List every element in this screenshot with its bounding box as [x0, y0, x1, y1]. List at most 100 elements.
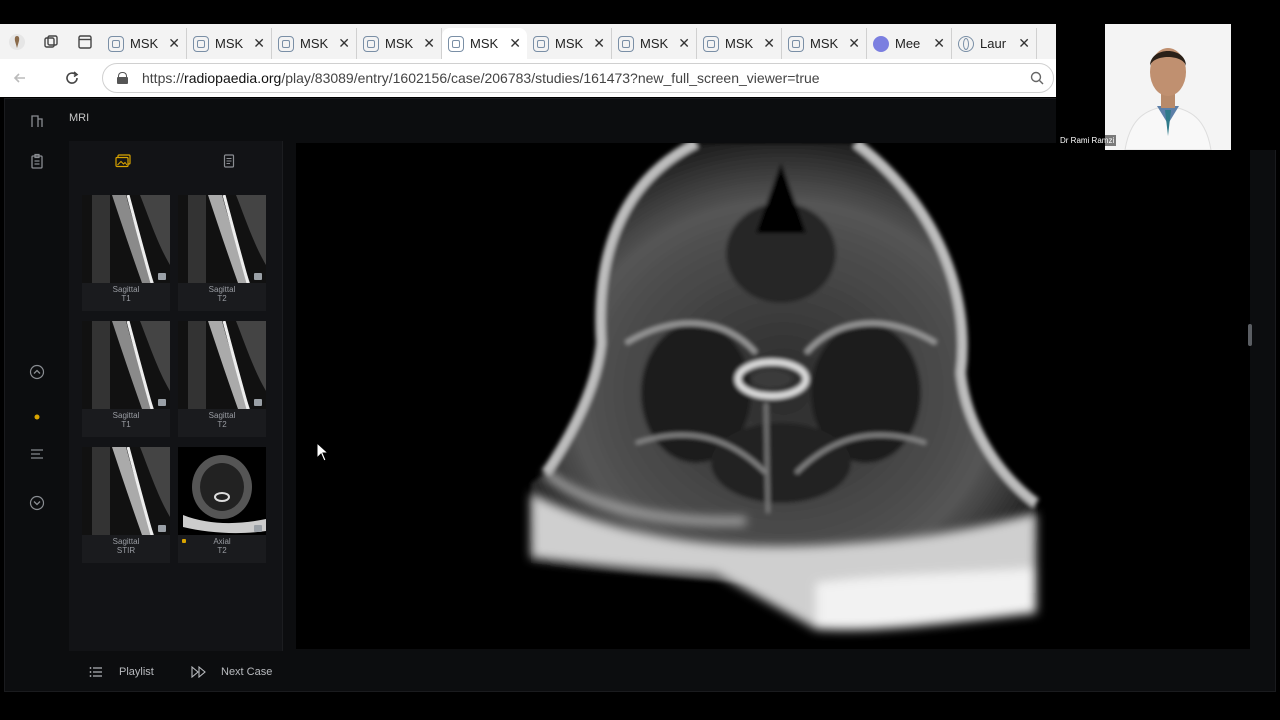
lock-icon: [117, 72, 128, 84]
series-sequence: T2: [217, 294, 227, 303]
series-thumbnail[interactable]: Sagittal T2: [178, 195, 266, 311]
current-position-dot-icon: [27, 407, 47, 427]
stack-icon: [254, 525, 262, 532]
tab-label: MSK: [470, 36, 499, 51]
viewport-scrollbar[interactable]: [1248, 324, 1252, 346]
browser-tab[interactable]: MSK ✕: [442, 28, 527, 59]
playlist-button[interactable]: Playlist: [89, 657, 154, 687]
next-case-label: Next Case: [221, 666, 273, 678]
tab-close-icon[interactable]: ✕: [848, 35, 860, 52]
next-case-button[interactable]: Next Case: [191, 657, 272, 687]
tab-favicon-icon: [193, 35, 209, 52]
series-thumbnail[interactable]: Sagittal T1: [82, 321, 170, 437]
series-thumbnail[interactable]: Sagittal STIR: [82, 447, 170, 563]
series-caption: Sagittal STIR: [82, 537, 170, 555]
series-sequence: STIR: [116, 546, 136, 555]
tab-label: MSK: [300, 36, 329, 51]
tab-label: MSK: [385, 36, 414, 51]
browser-tab[interactable]: MSK ✕: [272, 28, 357, 59]
tab-close-icon[interactable]: ✕: [933, 35, 945, 52]
series-sequence: T2: [217, 546, 227, 555]
participant-name: Dr Rami Ramzi: [1058, 135, 1117, 146]
series-thumbnail[interactable]: Axial T2: [178, 447, 266, 563]
browser-tab[interactable]: MSK ✕: [187, 28, 272, 59]
tab-favicon-icon: [533, 35, 549, 52]
browser-tab[interactable]: MSK ✕: [527, 28, 612, 59]
tab-close-icon[interactable]: ✕: [1018, 35, 1030, 52]
browser-tab[interactable]: MSK ✕: [612, 28, 697, 59]
tab-close-icon[interactable]: ✕: [338, 35, 350, 52]
stack-icon: [254, 273, 262, 280]
viewer-bottom-bar: Playlist Next Case: [69, 657, 283, 687]
profile-icon[interactable]: [0, 24, 34, 59]
series-thumbnail[interactable]: Sagittal T1: [82, 195, 170, 311]
playlist-label: Playlist: [119, 666, 154, 678]
chevron-down-icon[interactable]: [27, 493, 47, 513]
reload-button[interactable]: [52, 59, 92, 97]
tab-label: MSK: [725, 36, 754, 51]
list-icon[interactable]: [27, 444, 47, 464]
axial-mri-image: [531, 138, 1040, 630]
series-thumbnail-image: [178, 195, 266, 283]
series-thumbnail-image: [178, 321, 266, 409]
series-thumbnail-panel: Sagittal T1 Sagittal T2 Sagittal T1 Sagittal T2…: [69, 141, 283, 651]
series-plane: Sagittal: [208, 285, 236, 294]
tab-favicon-icon: [448, 35, 464, 52]
screen: MSK ✕ MSK ✕ MSK ✕ MSK ✕ MSK ✕ MSK ✕ MSK ✕ MSK ✕ MSK ✕ Mee ✕…: [0, 0, 1280, 720]
stack-icon: [158, 273, 166, 280]
collections-icon[interactable]: [34, 24, 68, 59]
dicom-viewer: MRI Sagittal T1 Sagittal T2 Sagittal T1 Sagitt…: [4, 98, 1276, 692]
layout-icon[interactable]: [27, 111, 47, 131]
tab-close-icon[interactable]: ✕: [678, 35, 690, 52]
tab-actions-icon[interactable]: [68, 24, 102, 59]
tab-label: MSK: [215, 36, 244, 51]
tab-close-icon[interactable]: ✕: [593, 35, 605, 52]
stack-icon: [254, 399, 262, 406]
image-viewport[interactable]: [296, 138, 1250, 649]
tab-close-icon[interactable]: ✕: [763, 35, 775, 52]
series-caption: Sagittal T1: [82, 285, 170, 303]
clipboard-icon[interactable]: [27, 151, 47, 171]
panel-tabs: [69, 141, 283, 181]
mouse-cursor-icon: [316, 442, 330, 462]
tab-favicon-icon: [788, 35, 804, 52]
series-caption: Sagittal T2: [178, 411, 266, 429]
modality-title: MRI: [69, 112, 90, 124]
series-thumbnail-image: [82, 447, 170, 535]
browser-tab-bar: MSK ✕ MSK ✕ MSK ✕ MSK ✕ MSK ✕ MSK ✕ MSK ✕ MSK ✕ MSK ✕ Mee ✕…: [0, 24, 1056, 59]
webcam-overlay: Dr Rami Ramzi: [1056, 24, 1280, 150]
series-plane: Sagittal: [208, 411, 236, 420]
presenter-video: [1105, 24, 1231, 150]
search-icon[interactable]: [1029, 70, 1045, 86]
images-tab-icon[interactable]: [113, 151, 133, 171]
series-sequence: T1: [121, 294, 131, 303]
tab-close-icon[interactable]: ✕: [253, 35, 265, 52]
series-plane: Sagittal: [112, 285, 140, 294]
series-plane: Axial: [213, 537, 231, 546]
series-sequence: T1: [121, 420, 131, 429]
series-thumbnail[interactable]: Sagittal T2: [178, 321, 266, 437]
case-notes-tab-icon[interactable]: [219, 151, 239, 171]
series-caption: Axial T2: [178, 537, 266, 555]
browser-tab[interactable]: Mee ✕: [867, 28, 952, 59]
tab-close-icon[interactable]: ✕: [168, 35, 180, 52]
browser-tab[interactable]: MSK ✕: [782, 28, 867, 59]
tab-label: Laur: [980, 36, 1007, 51]
series-plane: Sagittal: [112, 537, 140, 546]
tab-close-icon[interactable]: ✕: [509, 35, 521, 52]
tab-label: MSK: [130, 36, 159, 51]
globe-icon: [958, 35, 974, 52]
browser-tab[interactable]: Laur ✕: [952, 28, 1037, 59]
tab-label: MSK: [555, 36, 584, 51]
browser-tab[interactable]: MSK ✕: [357, 28, 442, 59]
url-input[interactable]: https://radiopaedia.org/play/83089/entry…: [102, 63, 1054, 93]
series-caption: Sagittal T2: [178, 285, 266, 303]
chevron-up-icon[interactable]: [27, 362, 47, 382]
browser-tab[interactable]: MSK ✕: [697, 28, 782, 59]
tab-favicon-icon: [278, 35, 294, 52]
tab-close-icon[interactable]: ✕: [423, 35, 435, 52]
series-thumbnail-image: [82, 321, 170, 409]
browser-address-bar: https://radiopaedia.org/play/83089/entry…: [0, 59, 1056, 97]
browser-tab[interactable]: MSK ✕: [102, 28, 187, 59]
back-button[interactable]: [0, 59, 40, 97]
